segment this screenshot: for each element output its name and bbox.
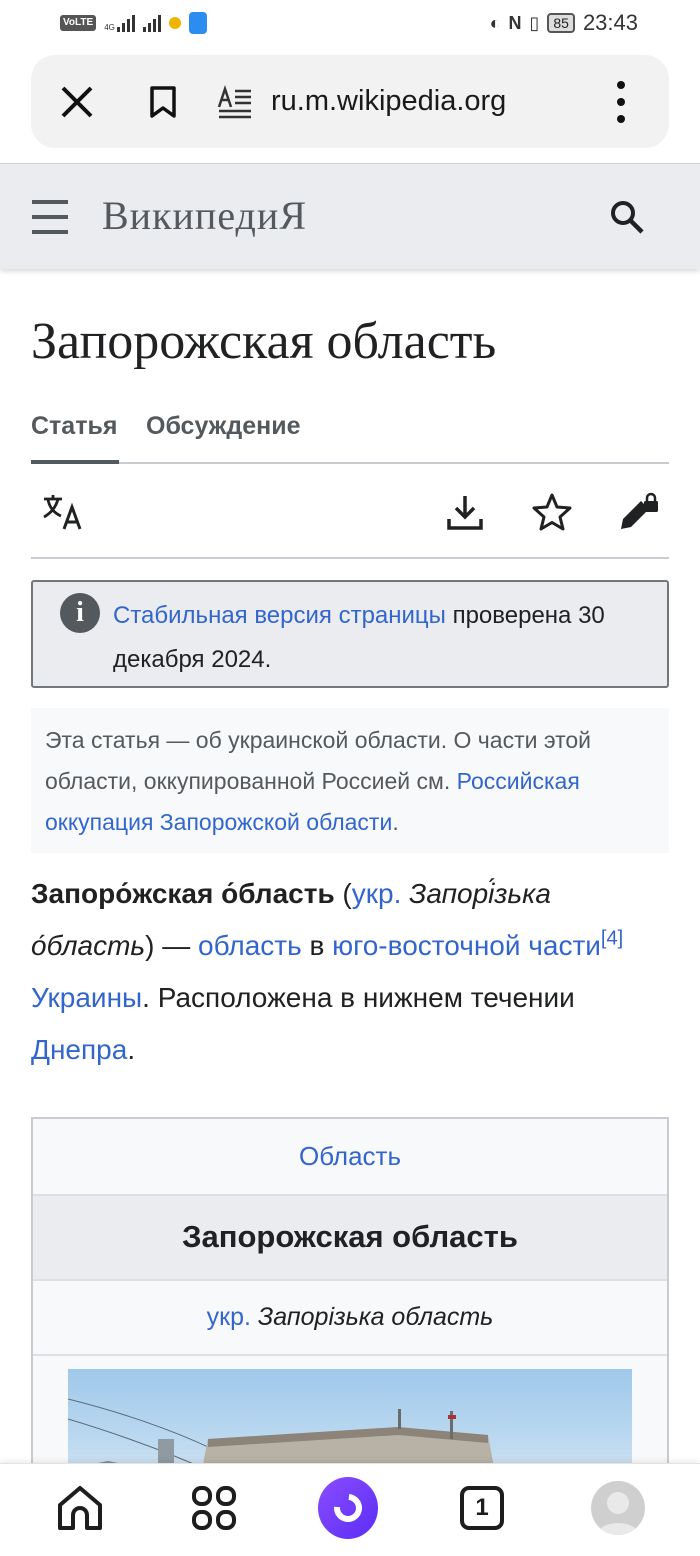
services-button[interactable] (184, 1478, 244, 1538)
address-bar: ru.m.wikipedia.org (31, 55, 669, 148)
hamburger-line (32, 230, 68, 234)
infobox-type-row: Область (33, 1119, 667, 1196)
language-button[interactable] (39, 488, 87, 536)
bottom-navigation: 1 (0, 1463, 700, 1556)
home-button[interactable] (50, 1478, 110, 1538)
clock: 23:43 (582, 10, 638, 35)
ukraine-link[interactable]: Украины (31, 982, 142, 1013)
tabs-button[interactable]: 1 (452, 1478, 512, 1538)
lead-bold-name: Запоро́жская о́бласть (31, 878, 335, 909)
infobox-native-name: Запорізька область (250, 1303, 494, 1331)
ukrainian-language-link[interactable]: укр. (352, 878, 402, 909)
infobox-native-name-row: укр. Запорізька область (33, 1281, 667, 1356)
infobox: Область Запорожская область укр. Запоріз… (31, 1117, 669, 1477)
download-button[interactable] (441, 488, 489, 536)
stable-version-notice: i Стабильная версия страницы проверена 3… (31, 580, 669, 688)
alice-icon (318, 1477, 378, 1539)
network-type-label: 4G (104, 23, 115, 32)
watch-star-button[interactable] (528, 488, 576, 536)
alice-ring (328, 1488, 368, 1528)
avatar (591, 1481, 645, 1535)
page-title: Запорожская область (31, 313, 497, 370)
notification-icon (168, 17, 181, 29)
infobox-type-link[interactable]: Область (299, 1141, 401, 1171)
lead-paragraph: Запоро́жская о́бласть (укр. Запорі́зька … (31, 868, 671, 1076)
oblast-link[interactable]: область (198, 930, 302, 961)
infobox-ukrainian-link[interactable]: укр. (207, 1303, 251, 1331)
star-icon (532, 493, 572, 531)
edit-lock-icon (621, 492, 658, 529)
signal-icon: 4G (104, 14, 135, 32)
reader-mode-icon (217, 84, 251, 118)
reference-link[interactable]: [4] (601, 928, 623, 950)
lead-located-text: . Расположена в нижнем течении (142, 982, 575, 1013)
lead-open-paren: ( (334, 878, 352, 909)
lead-close-paren: ) — (145, 930, 199, 961)
tabs-count: 1 (460, 1486, 504, 1530)
building-photo (68, 1398, 496, 1475)
search-icon (611, 201, 644, 234)
article-tabs: Статья Обсуждение (31, 398, 669, 464)
vibrate-icon: ▯ (529, 12, 540, 33)
tab-talk[interactable]: Обсуждение (146, 412, 301, 441)
hatnote: Эта статья — об украинской области. О ча… (31, 708, 669, 853)
language-icon (43, 495, 82, 530)
signal-icon-2 (142, 14, 161, 32)
wiki-header: ВикипедиЯ (0, 163, 700, 269)
wikipedia-wordmark[interactable]: ВикипедиЯ (102, 192, 307, 239)
close-tab-button[interactable] (49, 55, 105, 148)
status-right: ◐ N ▯ 85 23:43 (490, 10, 638, 36)
info-icon: i (60, 593, 100, 633)
status-bar: VoLTE 4G ◐ N ▯ 85 23:43 (0, 0, 700, 48)
main-menu-button[interactable] (32, 200, 70, 234)
hatnote-end: . (392, 809, 399, 835)
profile-button[interactable] (588, 1478, 648, 1538)
alice-assistant-button[interactable] (318, 1477, 378, 1539)
dnepr-link[interactable]: Днепра (31, 1034, 127, 1065)
hamburger-line (32, 215, 68, 219)
volte-badge: VoLTE (60, 15, 97, 31)
lead-end: . (127, 1034, 136, 1065)
stable-version-link[interactable]: Стабильная версия страницы (113, 602, 446, 629)
battery-indicator: 85 (547, 13, 575, 33)
infobox-name: Запорожская область (33, 1196, 667, 1281)
status-left: VoLTE 4G (60, 12, 207, 34)
lead-word-in: в (301, 930, 333, 961)
bookmark-icon (150, 85, 176, 118)
close-icon (61, 86, 93, 117)
southeast-part-link[interactable]: юго-восточной части (332, 930, 601, 961)
menu-dot (617, 81, 625, 89)
avatar-icon (597, 1492, 639, 1535)
tab-article[interactable]: Статья (31, 412, 117, 441)
menu-dot (617, 98, 625, 106)
active-tab-indicator (31, 460, 119, 464)
search-button[interactable] (604, 194, 650, 240)
hamburger-line (32, 200, 68, 204)
nfc-icon: N (508, 12, 522, 33)
edit-locked-button[interactable] (614, 488, 662, 536)
reader-mode-button[interactable] (215, 55, 255, 148)
apps-grid-icon (192, 1486, 236, 1530)
infobox-photo[interactable] (68, 1369, 632, 1475)
menu-dot (617, 115, 625, 123)
url-field[interactable]: ru.m.wikipedia.org (271, 55, 506, 148)
data-saver-icon: ◐ (489, 12, 501, 33)
page-actions (31, 466, 669, 559)
browser-menu-button[interactable] (601, 77, 641, 127)
download-icon (447, 496, 483, 530)
home-icon (58, 1486, 102, 1530)
bookmark-button[interactable] (135, 55, 191, 148)
notice-text: Стабильная версия страницы проверена 30 … (113, 594, 653, 682)
app-notification-icon (188, 12, 207, 34)
